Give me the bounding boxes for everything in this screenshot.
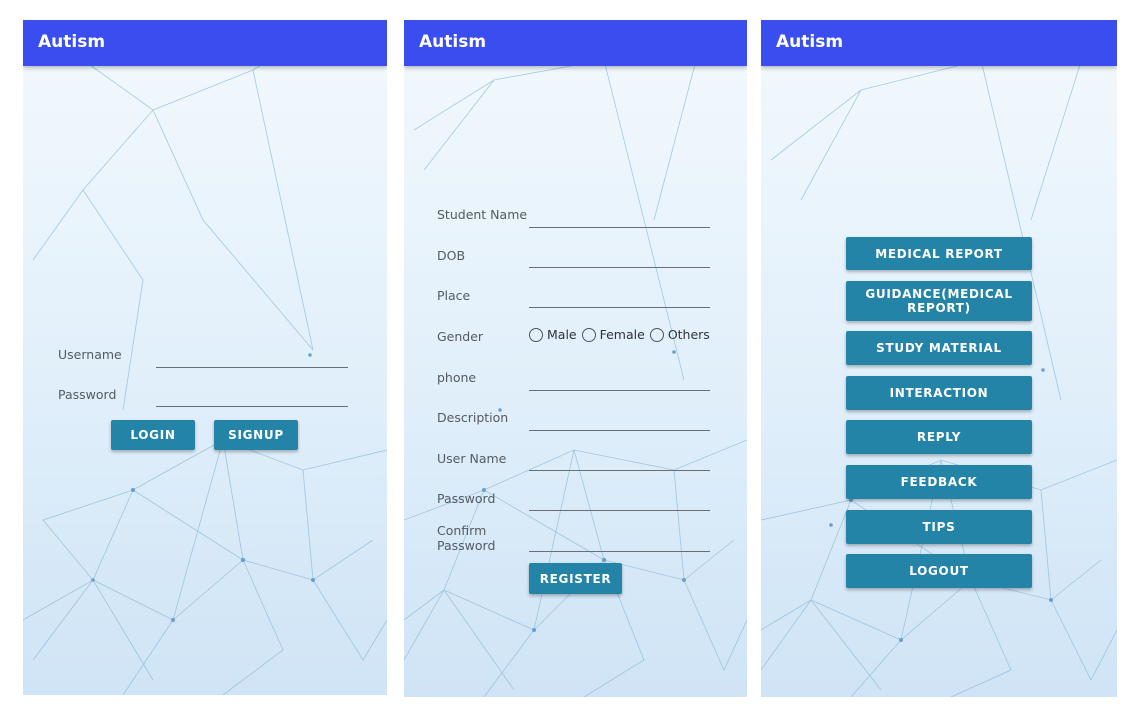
login-button[interactable]: LOGIN <box>111 420 195 450</box>
gender-option-others[interactable]: Others <box>649 327 710 342</box>
place-input[interactable] <box>529 287 710 308</box>
signup-button[interactable]: SIGNUP <box>214 420 298 450</box>
dob-input[interactable] <box>529 247 710 268</box>
phone-label: phone <box>437 370 477 385</box>
app-title: Autism <box>776 32 844 52</box>
app-title: Autism <box>419 32 487 52</box>
password-label: Password <box>437 491 496 506</box>
username-input[interactable] <box>156 347 348 368</box>
user-name-input[interactable] <box>529 450 710 471</box>
phone-input[interactable] <box>529 370 710 391</box>
radio-button-male[interactable] <box>529 327 543 342</box>
app-bar: Autism <box>761 20 1117 66</box>
study-material-button[interactable]: STUDY MATERIAL <box>846 331 1032 365</box>
gender-radio-group: Male Female Others <box>529 327 715 342</box>
app-title: Autism <box>38 32 106 52</box>
password-input[interactable] <box>156 386 348 407</box>
radio-label-others: Others <box>667 327 710 342</box>
gender-option-male[interactable]: Male <box>529 327 577 342</box>
place-label: Place <box>437 288 471 303</box>
password-input[interactable] <box>529 490 710 511</box>
username-label: Username <box>58 347 122 362</box>
interaction-button[interactable]: INTERACTION <box>846 376 1032 410</box>
menu-screen: Autism MEDICAL REPORT GUIDANCE(MEDICAL R… <box>761 20 1117 697</box>
student-name-label: Student Name <box>437 207 528 222</box>
reply-button[interactable]: REPLY <box>846 420 1032 454</box>
app-bar: Autism <box>23 20 387 66</box>
description-input[interactable] <box>529 410 710 431</box>
description-label: Description <box>437 410 509 425</box>
guidance-medical-report-button[interactable]: GUIDANCE(MEDICAL REPORT) <box>846 281 1032 321</box>
password-label: Password <box>58 387 117 402</box>
confirm-password-input[interactable] <box>529 531 710 552</box>
register-button[interactable]: REGISTER <box>529 563 622 594</box>
radio-label-male: Male <box>547 327 577 342</box>
login-screen: Autism Username Password LOGIN SIGNUP <box>23 20 387 695</box>
confirm-password-label: Confirm Password <box>437 523 496 553</box>
medical-report-button[interactable]: MEDICAL REPORT <box>846 237 1032 270</box>
app-bar: Autism <box>404 20 747 66</box>
dob-label: DOB <box>437 248 466 263</box>
feedback-button[interactable]: FEEDBACK <box>846 465 1032 499</box>
logout-button[interactable]: LOGOUT <box>846 554 1032 588</box>
gender-option-female[interactable]: Female <box>581 327 645 342</box>
background-network-pattern <box>404 29 747 697</box>
user-name-label: User Name <box>437 451 507 466</box>
radio-button-others[interactable] <box>649 327 664 342</box>
radio-button-female[interactable] <box>581 327 596 342</box>
register-screen: Autism Student Name DOB Place Gender Mal… <box>404 20 747 697</box>
tips-button[interactable]: TIPS <box>846 510 1032 544</box>
gender-label: Gender <box>437 329 484 344</box>
student-name-input[interactable] <box>529 207 710 228</box>
radio-label-female: Female <box>599 327 645 342</box>
